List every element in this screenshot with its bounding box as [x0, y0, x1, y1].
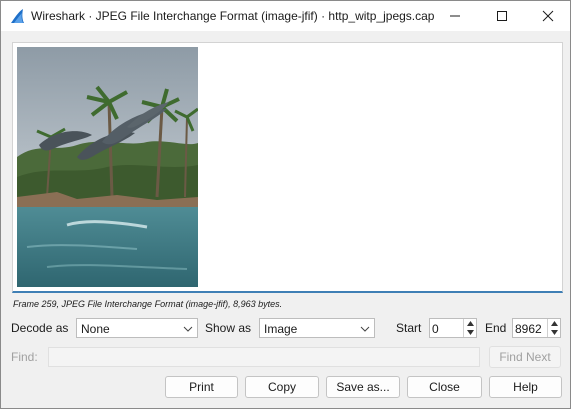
frame-status-text: Frame 259, JPEG File Interchange Format …	[13, 299, 283, 309]
chevron-down-icon	[183, 326, 193, 332]
end-spin-arrows	[547, 319, 560, 337]
decode-as-select[interactable]: None	[76, 318, 198, 338]
copy-button[interactable]: Copy	[245, 376, 319, 398]
decode-as-value: None	[81, 322, 110, 336]
end-value: 8962	[515, 322, 542, 336]
decode-as-label: Decode as	[11, 321, 69, 335]
chevron-down-icon	[360, 326, 370, 332]
arrow-up-icon	[550, 321, 558, 326]
maximize-icon	[497, 11, 507, 21]
start-spinbox[interactable]: 0	[429, 318, 477, 338]
end-label: End	[485, 321, 507, 335]
wireshark-fin-icon	[11, 9, 24, 23]
maximize-button[interactable]	[479, 1, 525, 31]
start-spin-arrows	[463, 319, 476, 337]
close-window-button[interactable]	[525, 1, 571, 31]
dialog-window: Wireshark · JPEG File Interchange Format…	[0, 0, 571, 409]
image-display-area[interactable]	[12, 42, 563, 293]
start-increment-button[interactable]	[464, 319, 476, 328]
show-as-value: Image	[264, 322, 298, 336]
find-next-button[interactable]: Find Next	[489, 346, 561, 368]
find-label: Find:	[11, 350, 38, 364]
title-bar[interactable]: Wireshark · JPEG File Interchange Format…	[1, 1, 570, 31]
window-title: Wireshark · JPEG File Interchange Format…	[31, 9, 435, 23]
start-decrement-button[interactable]	[464, 328, 476, 337]
close-button[interactable]: Close	[407, 376, 482, 398]
show-as-label: Show as	[205, 321, 252, 335]
end-spinbox[interactable]: 8962	[512, 318, 561, 338]
help-button[interactable]: Help	[489, 376, 562, 398]
minimize-icon	[450, 15, 460, 17]
save-as-button[interactable]: Save as...	[326, 376, 400, 398]
print-button[interactable]: Print	[165, 376, 238, 398]
arrow-down-icon	[550, 330, 558, 335]
start-value: 0	[432, 322, 439, 336]
minimize-button[interactable]	[432, 1, 478, 31]
end-decrement-button[interactable]	[548, 328, 560, 337]
arrow-down-icon	[466, 330, 474, 335]
find-input[interactable]	[48, 347, 480, 367]
arrow-up-icon	[466, 321, 474, 326]
start-label: Start	[396, 321, 422, 335]
close-icon	[542, 10, 554, 22]
show-as-select[interactable]: Image	[259, 318, 375, 338]
end-increment-button[interactable]	[548, 319, 560, 328]
jpeg-image	[17, 47, 198, 287]
